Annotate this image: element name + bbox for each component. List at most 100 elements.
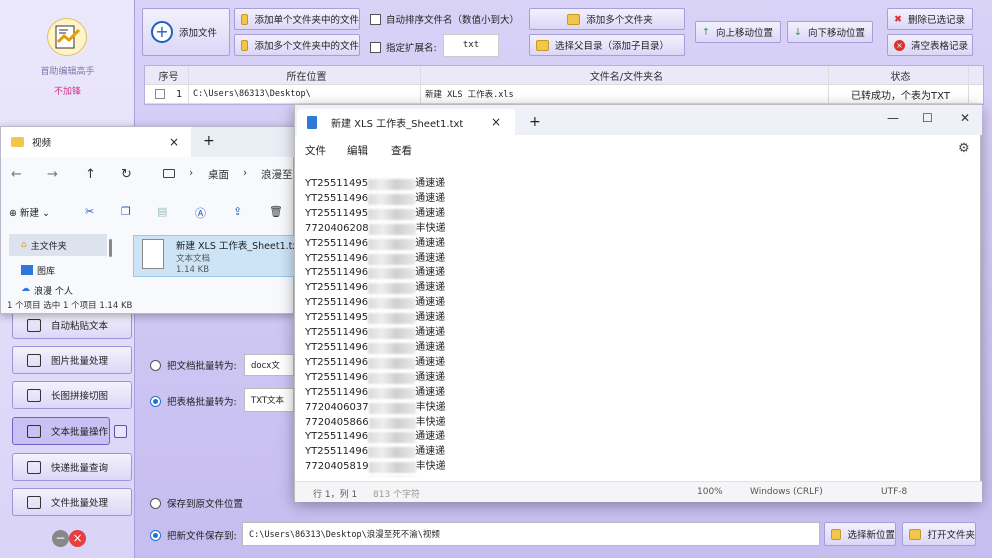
sidebar-label: 自动粘贴文本 [51,321,109,332]
doc-format-select[interactable]: docx文 [244,354,294,376]
sidebar-long-image[interactable]: 长图拼接切图 [12,381,132,409]
row-checkbox[interactable] [154,89,165,99]
save-original-radio[interactable]: 保存到原文件位置 [150,496,243,510]
new-tab-icon[interactable]: + [529,114,541,130]
sidebar-file-batch[interactable]: 文件批量处理 [12,488,132,516]
save-new-radio[interactable]: 把新文件保存到: [150,528,237,542]
minimize-icon[interactable]: − [52,530,69,547]
delete-records-button[interactable]: ✖ 删除已选记录 [887,8,973,30]
choose-location-button[interactable]: 选择新位置 [824,522,896,546]
radio-dot[interactable] [150,395,161,407]
courier-name: 通速递 [415,371,446,383]
back-icon[interactable]: ← [11,167,22,182]
checkbox-box[interactable] [370,13,381,25]
text-line: YT25511496 通速递 [305,266,965,281]
forward-icon[interactable]: → [47,167,58,182]
menu-edit[interactable]: 编辑 [347,143,368,158]
header-status[interactable]: 状态 [829,66,969,84]
close-icon[interactable]: ✕ [960,111,970,125]
redacted-text [368,208,416,220]
line-ending[interactable]: Windows (CRLF) [750,487,823,497]
rename-icon[interactable]: Ⓐ [195,205,206,221]
copy-icon[interactable]: ❐ [121,205,131,218]
save-path-input[interactable]: C:\Users\86313\Desktop\浪漫至死不渝\视频 [242,522,820,546]
nav-item-home[interactable]: ⌂ 主文件夹 [9,234,107,256]
checkbox-box[interactable] [370,41,381,53]
nav-scrollbar[interactable] [109,239,112,257]
nav-label: 图库 [37,266,56,277]
menu-view[interactable]: 查看 [391,143,412,158]
new-button[interactable]: ⊕ 新建 ⌄ [9,205,50,219]
close-tab-icon[interactable]: × [169,135,179,149]
add-multi-folder-button[interactable]: 添加多个文件夹中的文件 [234,34,360,56]
settings-icon[interactable]: ⚙ [958,141,970,156]
nav-item-cloud[interactable]: ☁ 浪漫 个人 [9,284,107,296]
radio-dot[interactable] [150,359,161,371]
redacted-text [368,238,416,250]
move-down-button[interactable]: ↓ 向下移动位置 [787,21,873,43]
cut-icon[interactable]: ✂ [85,205,94,218]
add-multi-files-button[interactable]: 添加多个文件夹 [529,8,685,30]
explorer-tab[interactable]: 视频 × [1,127,191,157]
sheet-format-select[interactable]: TXT文本 [244,388,294,412]
clear-table-button[interactable]: × 清空表格记录 [887,34,973,56]
auto-sort-checkbox[interactable]: 自动排序文件名（数值小到大） [370,12,519,26]
share-icon[interactable]: ⇪ [233,205,242,218]
header-name[interactable]: 文件名/文件夹名 [421,66,829,84]
table-row[interactable]: 1 C:\Users\86313\Desktop\ 新建 XLS 工作表.xls… [145,85,983,104]
edit-icon[interactable] [114,425,127,438]
header-location[interactable]: 所在位置 [189,66,421,84]
close-icon[interactable]: × [69,530,86,547]
notepad-icon [307,115,317,129]
sidebar-auto-paste[interactable]: 自动粘贴文本 [12,311,132,339]
add-single-folder-button[interactable]: 添加单个文件夹中的文件 [234,8,360,30]
tracking-number: YT25511496 [305,356,369,368]
sidebar-image-batch[interactable]: 图片批量处理 [12,346,132,374]
tab-title: 视频 [32,138,52,149]
sheet-convert-radio[interactable]: 把表格批量转为: [150,394,237,408]
file-item[interactable]: 新建 XLS 工作表_Sheet1.txt 文本文档 1.14 KB [133,235,295,277]
menu-file[interactable]: 文件 [305,143,326,158]
tracking-number: 7720405819 [305,461,369,473]
open-folder-button[interactable]: 打开文件夹 [902,522,976,546]
text-line: YT25511496 通速递 [305,341,965,356]
radio-dot[interactable] [150,497,161,509]
nav-item-gallery[interactable]: 图库 [9,259,107,281]
notepad-tab[interactable]: 新建 XLS 工作表_Sheet1.txt × [297,109,515,135]
folder-icon [241,13,249,25]
ext-checkbox[interactable]: 指定扩展名: [370,40,437,54]
up-icon[interactable]: ↑ [85,167,96,182]
tracking-number: YT25511496 [305,282,369,294]
new-tab-icon[interactable]: + [203,133,215,149]
paste-icon[interactable]: ▤ [157,205,167,218]
maximize-icon[interactable]: ☐ [922,111,933,125]
move-up-button[interactable]: ↑ 向上移动位置 [695,21,781,43]
doc-convert-radio[interactable]: 把文档批量转为: [150,358,237,372]
minimize-icon[interactable]: — [887,111,899,125]
encoding[interactable]: UTF-8 [881,487,907,497]
refresh-icon[interactable]: ↻ [121,167,132,182]
choose-parent-button[interactable]: 选择父目录（添加子目录） [529,34,685,56]
button-label: 删除已选记录 [907,15,965,26]
close-tab-icon[interactable]: × [491,115,501,129]
courier-name: 通速递 [415,207,446,219]
breadcrumb-current[interactable]: 浪漫至 [261,167,293,182]
button-label: 选择父目录（添加子目录） [555,41,670,52]
radio-dot[interactable] [150,529,161,541]
delete-icon[interactable]: 🗑 [269,205,283,218]
delete-icon: ✖ [894,13,902,25]
license-badge[interactable]: 不加锋 [0,84,135,97]
cloud-icon: ☁ [21,284,30,294]
zoom-level[interactable]: 100% [697,487,723,497]
redacted-text [368,447,416,459]
add-file-button[interactable]: + 添加文件 [142,8,230,56]
extension-input[interactable]: txt [443,34,499,57]
sidebar-express-query[interactable]: 快递批量查询 [12,453,132,481]
text-editor[interactable]: YT25511495 通速递 YT25511496 通速递 YT25511495 通速递 7… [305,177,965,477]
redacted-text [368,268,416,280]
sidebar-text-batch[interactable]: 文本批量操作 [12,417,127,445]
header-index[interactable]: 序号 [145,66,189,84]
monitor-icon[interactable] [163,169,175,178]
crop-icon [27,388,41,402]
breadcrumb-desktop[interactable]: 桌面 [208,167,229,182]
